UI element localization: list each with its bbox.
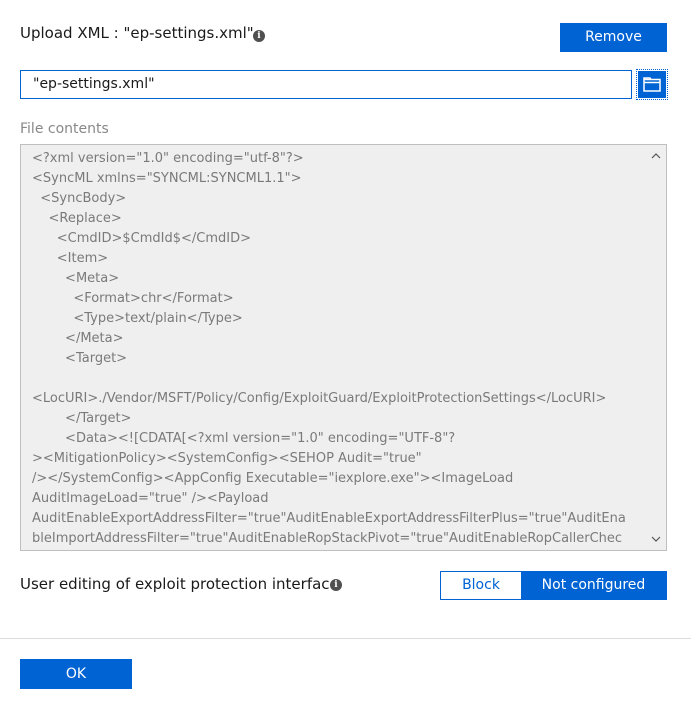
ok-button[interactable]: OK [20,659,132,689]
toggle-option-not-configured[interactable]: Not configured [521,572,666,599]
toggle-option-block[interactable]: Block [441,572,521,599]
scroll-down-icon[interactable] [649,532,663,546]
info-icon[interactable]: i [253,30,265,42]
file-path-input[interactable]: "ep-settings.xml" [20,70,632,99]
browse-button[interactable] [636,69,668,100]
folder-icon [643,77,661,92]
info-icon[interactable]: i [330,579,342,591]
user-editing-label: User editing of exploit protection inter… [20,575,339,593]
footer-divider [0,638,691,639]
remove-button[interactable]: Remove [560,23,667,52]
file-contents-textarea[interactable]: <?xml version="1.0" encoding="utf-8"?> <… [20,144,667,551]
clipped-heading [0,0,691,4]
file-contents-text: <?xml version="1.0" encoding="utf-8"?> <… [32,151,626,546]
upload-xml-label: Upload XML : "ep-settings.xml" [20,24,254,42]
file-contents-label: File contents [20,121,109,137]
editing-toggle: Block Not configured [440,571,667,600]
scroll-up-icon[interactable] [649,149,663,163]
